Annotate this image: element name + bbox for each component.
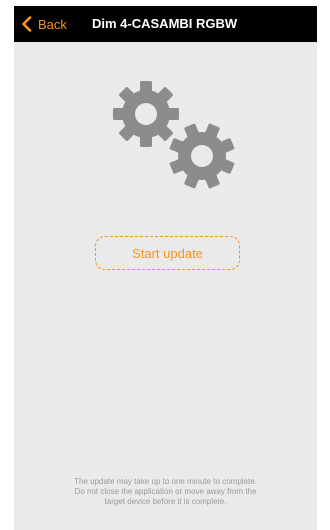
- navigation-bar: Back Dim 4-CASAMBI RGBW: [14, 6, 317, 42]
- update-panel: Start update The update may take up to o…: [14, 42, 317, 530]
- page-title: Dim 4-CASAMBI RGBW: [92, 16, 238, 31]
- update-warning-note: The update may take up to one minute to …: [74, 477, 257, 506]
- app-screen: Back Dim 4-CASAMBI RGBW Start update The…: [0, 0, 330, 530]
- back-label: Back: [38, 16, 67, 32]
- back-button[interactable]: Back: [20, 6, 67, 42]
- chevron-left-icon: [22, 16, 32, 32]
- gears-icon: [113, 81, 246, 197]
- start-update-button[interactable]: Start update: [95, 236, 240, 270]
